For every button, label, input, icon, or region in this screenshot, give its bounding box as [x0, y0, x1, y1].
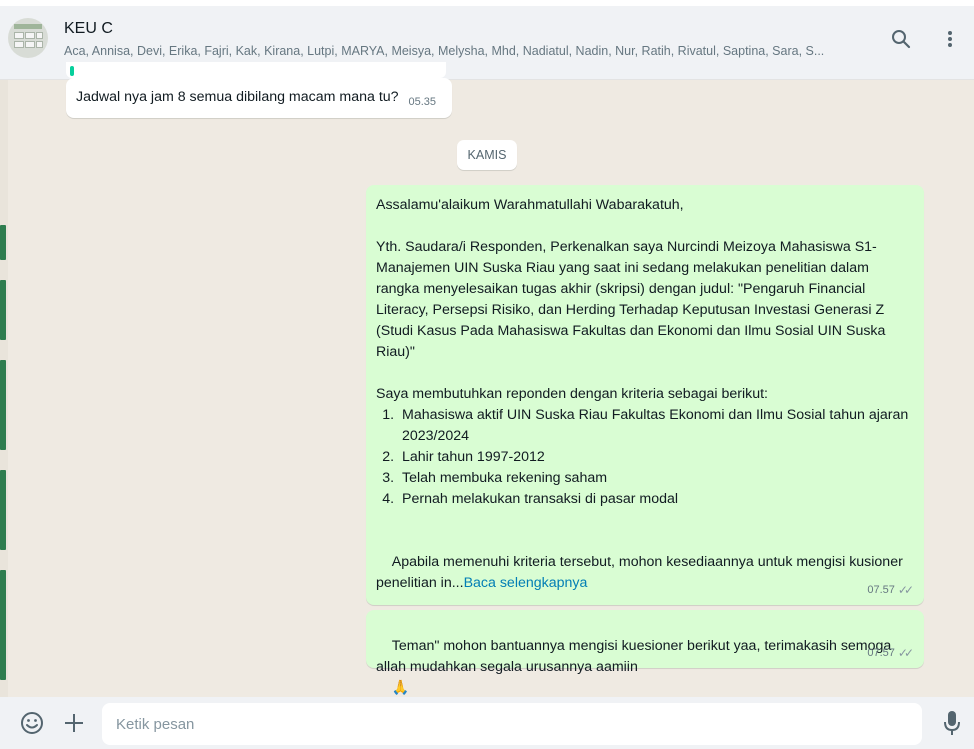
read-more-link[interactable]: Baca selengkapnya: [464, 575, 588, 591]
plus-icon[interactable]: [60, 709, 88, 737]
pray-emoji: 🙏: [391, 680, 410, 696]
message-intro: Yth. Saudara/i Responden, Perkenalkan sa…: [376, 239, 890, 360]
watermark-strip: [0, 0, 8, 749]
group-avatar[interactable]: [8, 18, 48, 58]
criteria-intro: Saya membutuhkan reponden dengan kriteri…: [376, 386, 768, 402]
message-text: Jadwal nya jam 8 semua dibilang macam ma…: [76, 89, 399, 105]
quoted-message-stub: [66, 62, 446, 78]
microphone-icon[interactable]: [938, 709, 966, 737]
message-time: 05.35: [408, 96, 437, 108]
message-greeting: Assalamu'alaikum Warahmatullahi Wabaraka…: [376, 197, 684, 213]
outgoing-message[interactable]: Assalamu'alaikum Warahmatullahi Wabaraka…: [366, 185, 924, 605]
message-closing: Apabila memenuhi kriteria tersebut, moho…: [376, 554, 907, 591]
search-icon[interactable]: [888, 26, 914, 52]
chat-title[interactable]: KEU C: [64, 20, 113, 38]
menu-icon[interactable]: [937, 26, 963, 52]
message-input[interactable]: [102, 703, 922, 745]
criteria-item: Mahasiswa aktif UIN Suska Riau Fakultas …: [398, 405, 914, 447]
incoming-message[interactable]: Jadwal nya jam 8 semua dibilang macam ma…: [66, 78, 452, 118]
message-composer: [0, 697, 974, 749]
message-text: Teman" mohon bantuannya mengisi kuesione…: [376, 638, 896, 675]
outgoing-message[interactable]: Teman" mohon bantuannya mengisi kuesione…: [366, 610, 924, 696]
message-time: 07.57: [867, 647, 895, 659]
criteria-item: Lahir tahun 1997-2012: [398, 447, 914, 468]
criteria-item: Pernah melakukan transaksi di pasar moda…: [398, 489, 914, 510]
read-ticks-icon: ✓✓: [897, 646, 914, 660]
message-time: 07.57: [867, 584, 895, 596]
criteria-list: Mahasiswa aktif UIN Suska Riau Fakultas …: [376, 405, 914, 510]
emoji-icon[interactable]: [18, 709, 46, 737]
criteria-item: Telah membuka rekening saham: [398, 468, 914, 489]
read-ticks-icon: ✓✓: [897, 583, 914, 597]
date-separator: KAMIS: [457, 140, 517, 170]
chat-members[interactable]: Aca, Annisa, Devi, Erika, Fajri, Kak, Ki…: [64, 44, 864, 58]
